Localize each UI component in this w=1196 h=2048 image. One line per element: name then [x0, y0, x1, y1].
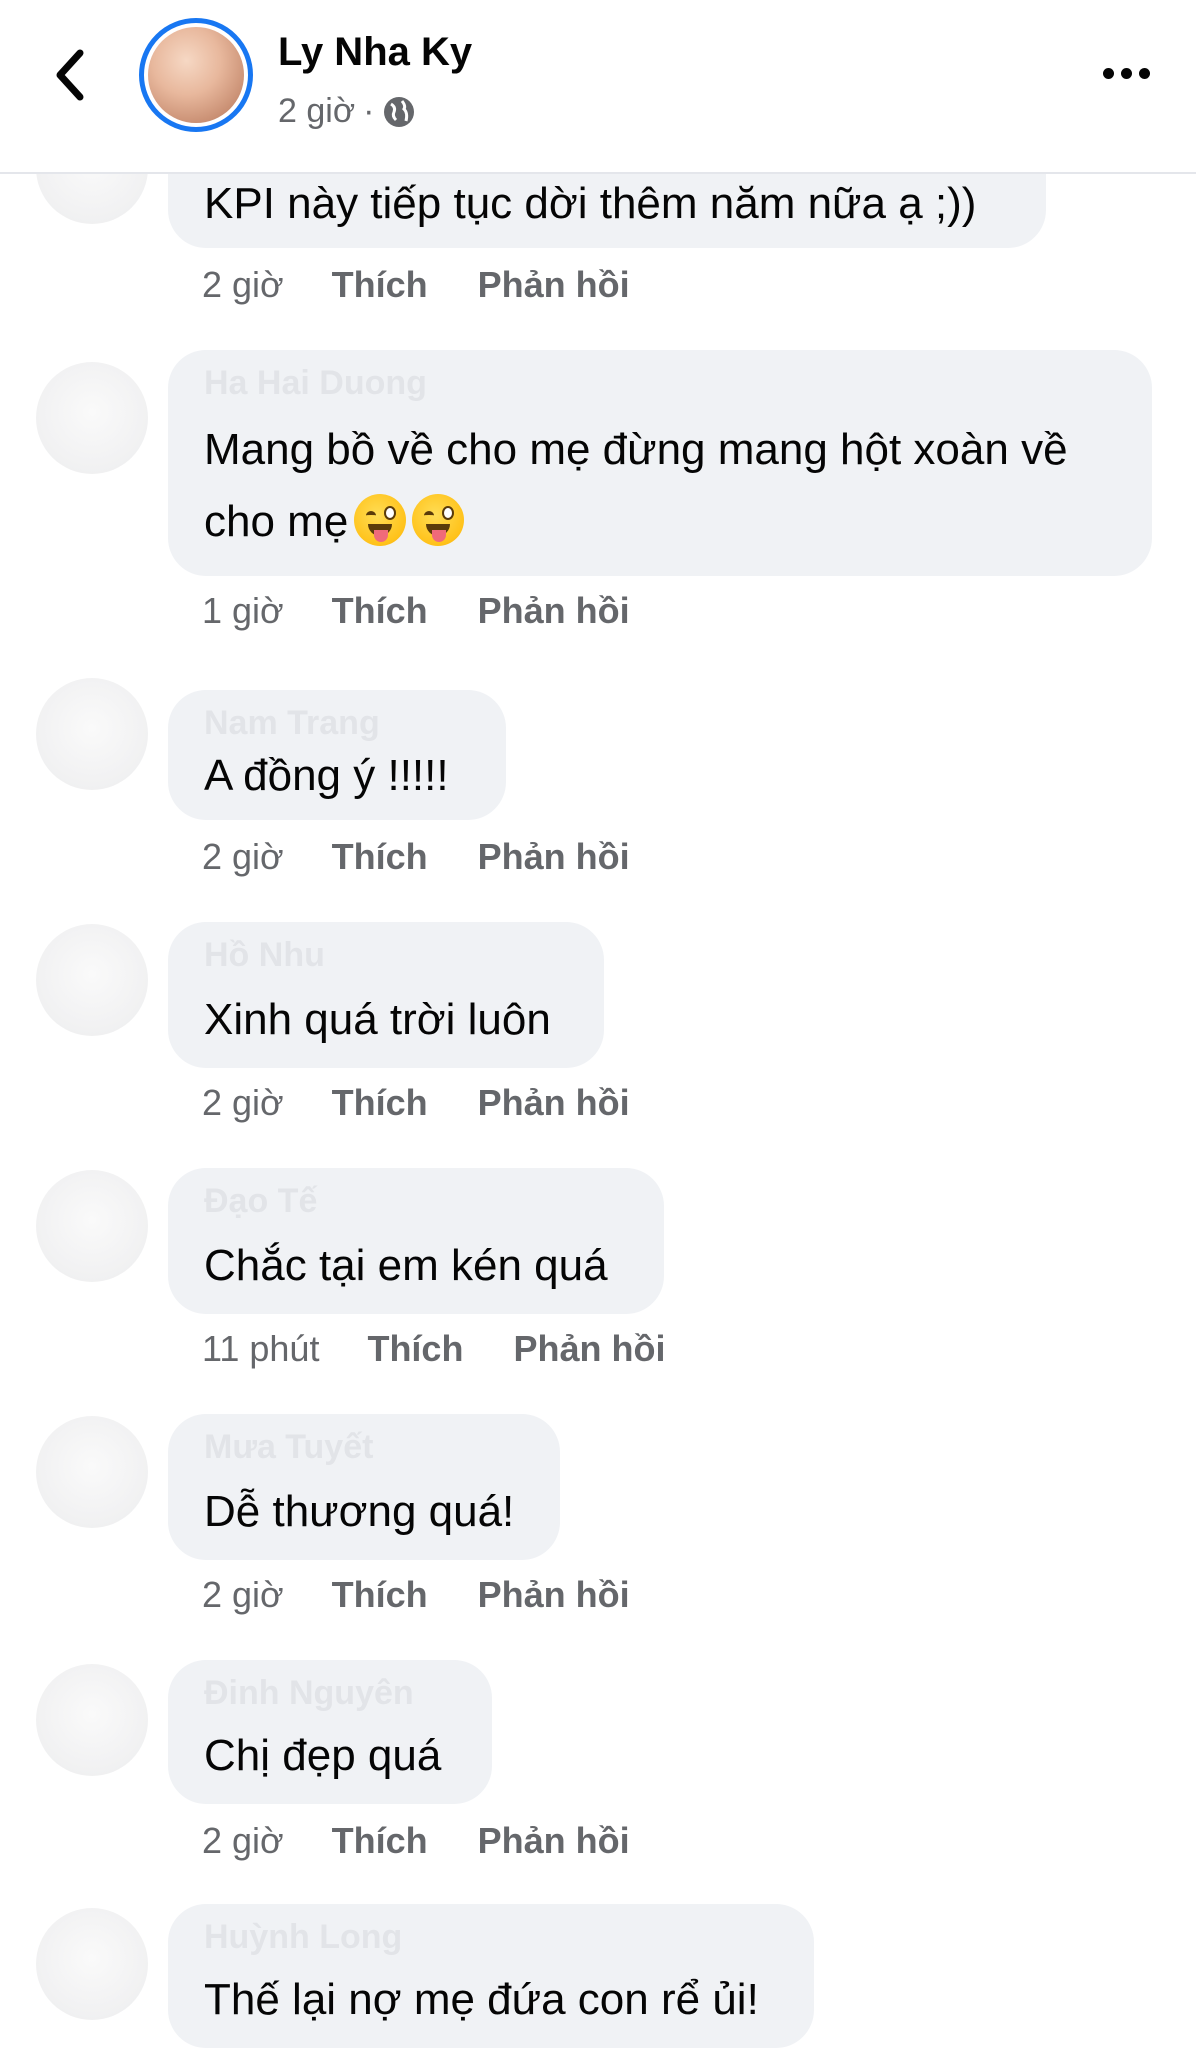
comment-bubble[interactable]: Mưa Tuyết Dễ thương quá! — [168, 1414, 560, 1560]
comment-time[interactable]: 2 giờ — [202, 1082, 284, 1124]
commenter-name[interactable]: Hồ Nhu — [204, 936, 325, 975]
author-avatar-image — [148, 27, 244, 123]
like-button[interactable]: Thích — [332, 1574, 428, 1616]
comment-bubble[interactable]: Đạo Tế Chắc tại em kén quá — [168, 1168, 664, 1314]
comment-bubble[interactable]: Huỳnh Long Thế lại nợ mẹ đứa con rể ủi! — [168, 1904, 814, 2048]
comment-actions: 2 giờ Thích Phản hồi — [202, 1082, 680, 1124]
more-dot — [1120, 67, 1132, 79]
commenter-avatar[interactable] — [36, 1664, 148, 1776]
commenter-name[interactable]: Đạo Tế — [204, 1182, 317, 1221]
commenter-avatar[interactable] — [36, 678, 148, 790]
commenter-avatar[interactable] — [36, 924, 148, 1036]
meta-separator: · — [363, 92, 375, 130]
comment-actions: 11 phút Thích Phản hồi — [202, 1328, 715, 1370]
reply-button[interactable]: Phản hồi — [478, 1082, 630, 1124]
like-button[interactable]: Thích — [367, 1328, 463, 1370]
commenter-avatar[interactable] — [36, 1908, 148, 2020]
commenter-avatar[interactable] — [36, 362, 148, 474]
comment-text: KPI này tiếp tục dời thêm năm nữa ạ ;)) — [204, 179, 977, 228]
commenter-name[interactable]: Nam Trang — [204, 704, 380, 743]
comment-text: A đồng ý !!!!! — [204, 751, 449, 800]
zany-face-emoji — [412, 494, 465, 546]
commenter-avatar[interactable] — [36, 1416, 148, 1528]
comment-time[interactable]: 2 giờ — [202, 836, 284, 878]
comment-actions: 2 giờ Thích Phản hồi — [202, 836, 680, 878]
like-button[interactable]: Thích — [332, 1082, 428, 1124]
chevron-left-icon — [56, 49, 84, 101]
more-dot — [1102, 67, 1114, 79]
comment-text: Xinh quá trời luôn — [204, 995, 551, 1044]
comment-text: Chị đẹp quá — [204, 1731, 442, 1780]
comment-text: cho mẹ — [204, 497, 349, 546]
zany-face-emoji — [354, 494, 407, 546]
post-time[interactable]: 2 giờ — [278, 92, 355, 131]
comment-actions: 2 giờ Thích Phản hồi — [202, 264, 680, 306]
reply-button[interactable]: Phản hồi — [478, 590, 630, 632]
like-button[interactable]: Thích — [332, 264, 428, 306]
commenter-name[interactable]: Mưa Tuyết — [204, 1428, 373, 1467]
reply-button[interactable]: Phản hồi — [478, 1820, 630, 1862]
post-header: Ly Nha Ky 2 giờ · — [0, 0, 1196, 174]
comment-bubble[interactable]: Hồ Nhu Xinh quá trời luôn — [168, 922, 604, 1068]
more-dot — [1138, 67, 1150, 79]
comment-bubble[interactable]: Ha Hai Duong Mang bồ về cho mẹ đừng mang… — [168, 350, 1152, 576]
comment-time[interactable]: 11 phút — [202, 1328, 319, 1370]
commenter-name[interactable]: Đinh Nguyên — [204, 1674, 414, 1713]
comment-actions: 1 giờ Thích Phản hồi — [202, 590, 680, 632]
back-button[interactable] — [40, 40, 100, 110]
comment-time[interactable]: 2 giờ — [202, 264, 284, 306]
like-button[interactable]: Thích — [332, 836, 428, 878]
comment-time[interactable]: 2 giờ — [202, 1820, 284, 1862]
comment-time[interactable]: 2 giờ — [202, 1574, 284, 1616]
comment-time[interactable]: 1 giờ — [202, 590, 284, 632]
comment-actions: 2 giờ Thích Phản hồi — [202, 1574, 680, 1616]
reply-button[interactable]: Phản hồi — [478, 1574, 630, 1616]
reply-button[interactable]: Phản hồi — [513, 1328, 665, 1370]
commenter-name[interactable]: Ha Hai Duong — [204, 364, 427, 403]
reply-button[interactable]: Phản hồi — [478, 264, 630, 306]
comment-text: Mang bồ về cho mẹ đừng mang hột xoàn về — [204, 425, 1068, 474]
like-button[interactable]: Thích — [332, 1820, 428, 1862]
commenter-avatar[interactable] — [36, 1170, 148, 1282]
comment-actions: 2 giờ Thích Phản hồi — [202, 1820, 680, 1862]
more-options-button[interactable] — [1096, 50, 1156, 96]
comment-text-line-2: cho mẹ — [204, 486, 465, 558]
globe-icon — [384, 96, 415, 127]
commenter-name[interactable]: Huỳnh Long — [204, 1918, 402, 1957]
comment-text: Thế lại nợ mẹ đứa con rể ủi! — [204, 1975, 759, 2024]
comment-text: Dễ thương quá! — [204, 1487, 515, 1536]
reply-button[interactable]: Phản hồi — [478, 836, 630, 878]
author-avatar[interactable] — [139, 18, 253, 132]
comment-bubble[interactable]: Đinh Nguyên Chị đẹp quá — [168, 1660, 492, 1804]
like-button[interactable]: Thích — [332, 590, 428, 632]
comment-text: Chắc tại em kén quá — [204, 1241, 608, 1290]
post-meta: 2 giờ · — [278, 92, 416, 131]
author-name[interactable]: Ly Nha Ky — [278, 30, 472, 75]
comment-bubble[interactable]: Nam Trang A đồng ý !!!!! — [168, 690, 506, 820]
